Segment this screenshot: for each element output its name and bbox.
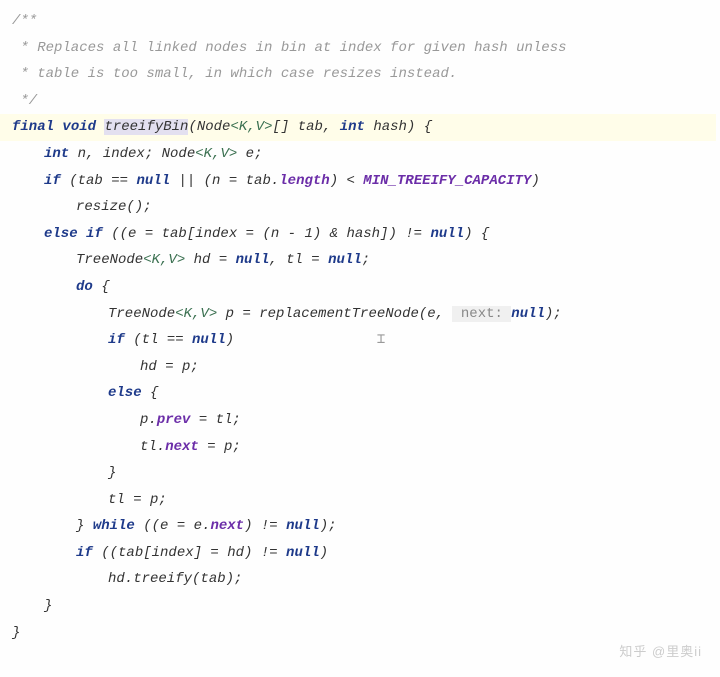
text: ) bbox=[320, 545, 328, 561]
generic: <K,V> bbox=[195, 146, 237, 162]
code-line: int n, index; Node<K,V> e; bbox=[12, 141, 716, 168]
keyword-elseif: else if bbox=[44, 226, 103, 242]
keyword-if: if bbox=[44, 173, 61, 189]
keyword-null: null bbox=[511, 306, 545, 322]
sig-part: (Node bbox=[188, 119, 230, 135]
highlighted-line: final void treeifyBin(Node<K,V>[] tab, i… bbox=[0, 114, 716, 141]
comment-line: */ bbox=[12, 88, 716, 115]
parameter-hint: next: bbox=[452, 306, 511, 322]
code-line: hd = p; bbox=[12, 354, 716, 381]
code-line: } bbox=[12, 620, 716, 647]
keyword-while: while bbox=[93, 518, 135, 534]
code-line: tl = p; bbox=[12, 487, 716, 514]
code-line: tl.next = p; bbox=[12, 434, 716, 461]
text: = p; bbox=[199, 439, 241, 455]
keyword-int: int bbox=[44, 146, 69, 162]
keyword-null: null bbox=[236, 252, 270, 268]
text: ) bbox=[531, 173, 539, 189]
code-line: if ((tab[index] = hd) != null) bbox=[12, 540, 716, 567]
text: ) != bbox=[244, 518, 286, 534]
code-line: } bbox=[12, 460, 716, 487]
sig-part: hash) { bbox=[365, 119, 432, 135]
text: n, index; Node bbox=[69, 146, 195, 162]
text: tl. bbox=[140, 439, 165, 455]
field-prev: prev bbox=[157, 412, 191, 428]
text: hd = bbox=[185, 252, 235, 268]
field-next: next bbox=[210, 518, 244, 534]
code-line: if (tab == null || (n = tab.length) < MI… bbox=[12, 168, 716, 195]
keyword-null: null bbox=[430, 226, 464, 242]
watermark: 知乎 @里奥ii bbox=[619, 640, 702, 665]
code-line: p.prev = tl; bbox=[12, 407, 716, 434]
text: ((e = e. bbox=[135, 518, 211, 534]
text: TreeNode bbox=[76, 252, 143, 268]
keyword-if: if bbox=[108, 332, 125, 348]
generic: <K,V> bbox=[143, 252, 185, 268]
text: (tab == bbox=[61, 173, 137, 189]
comment-line: * Replaces all linked nodes in bin at in… bbox=[12, 35, 716, 62]
text: ) < bbox=[330, 173, 364, 189]
text: , tl = bbox=[269, 252, 328, 268]
method-name: treeifyBin bbox=[104, 119, 188, 135]
text: e; bbox=[237, 146, 262, 162]
code-line: } bbox=[12, 593, 716, 620]
code-block: /** * Replaces all linked nodes in bin a… bbox=[12, 8, 716, 646]
keyword-null: null bbox=[286, 518, 320, 534]
keyword-null: null bbox=[328, 252, 362, 268]
text: p. bbox=[140, 412, 157, 428]
text: ((tab[index] = hd) != bbox=[93, 545, 286, 561]
keyword-else: else bbox=[108, 385, 142, 401]
keyword-null: null bbox=[192, 332, 226, 348]
code-line: do { bbox=[12, 274, 716, 301]
keyword-final: final bbox=[12, 119, 54, 135]
text: ; bbox=[362, 252, 370, 268]
text: || (n = tab. bbox=[170, 173, 279, 189]
code-line: if (tl == null) ⌶ bbox=[12, 327, 716, 354]
text: = tl; bbox=[190, 412, 240, 428]
text: ); bbox=[545, 306, 562, 322]
code-line: } while ((e = e.next) != null); bbox=[12, 513, 716, 540]
text: } bbox=[76, 518, 93, 534]
code-line: else { bbox=[12, 380, 716, 407]
text: p = replacementTreeNode(e, bbox=[217, 306, 452, 322]
keyword-int: int bbox=[340, 119, 365, 135]
text-cursor-icon: ⌶ bbox=[377, 332, 385, 348]
text: { bbox=[142, 385, 159, 401]
field-next: next bbox=[165, 439, 199, 455]
keyword-null: null bbox=[286, 545, 320, 561]
code-line: TreeNode<K,V> p = replacementTreeNode(e,… bbox=[12, 301, 716, 328]
text: (tl == bbox=[125, 332, 192, 348]
text: TreeNode bbox=[108, 306, 175, 322]
text: ); bbox=[320, 518, 337, 534]
text: { bbox=[93, 279, 110, 295]
code-line: hd.treeify(tab); bbox=[12, 566, 716, 593]
text: ) bbox=[226, 332, 234, 348]
keyword-void: void bbox=[62, 119, 96, 135]
field-length: length bbox=[279, 173, 329, 189]
comment-line: * table is too small, in which case resi… bbox=[12, 61, 716, 88]
keyword-null: null bbox=[136, 173, 170, 189]
comment-line: /** bbox=[12, 8, 716, 35]
code-line: else if ((e = tab[index = (n - 1) & hash… bbox=[12, 221, 716, 248]
text: ) { bbox=[464, 226, 489, 242]
generic: <K,V> bbox=[230, 119, 272, 135]
generic: <K,V> bbox=[175, 306, 217, 322]
text: ((e = tab[index = (n - 1) & hash]) != bbox=[103, 226, 431, 242]
sig-part: [] tab, bbox=[272, 119, 339, 135]
keyword-do: do bbox=[76, 279, 93, 295]
constant: MIN_TREEIFY_CAPACITY bbox=[363, 173, 531, 189]
code-line: resize(); bbox=[12, 194, 716, 221]
keyword-if: if bbox=[76, 545, 93, 561]
code-line: TreeNode<K,V> hd = null, tl = null; bbox=[12, 247, 716, 274]
